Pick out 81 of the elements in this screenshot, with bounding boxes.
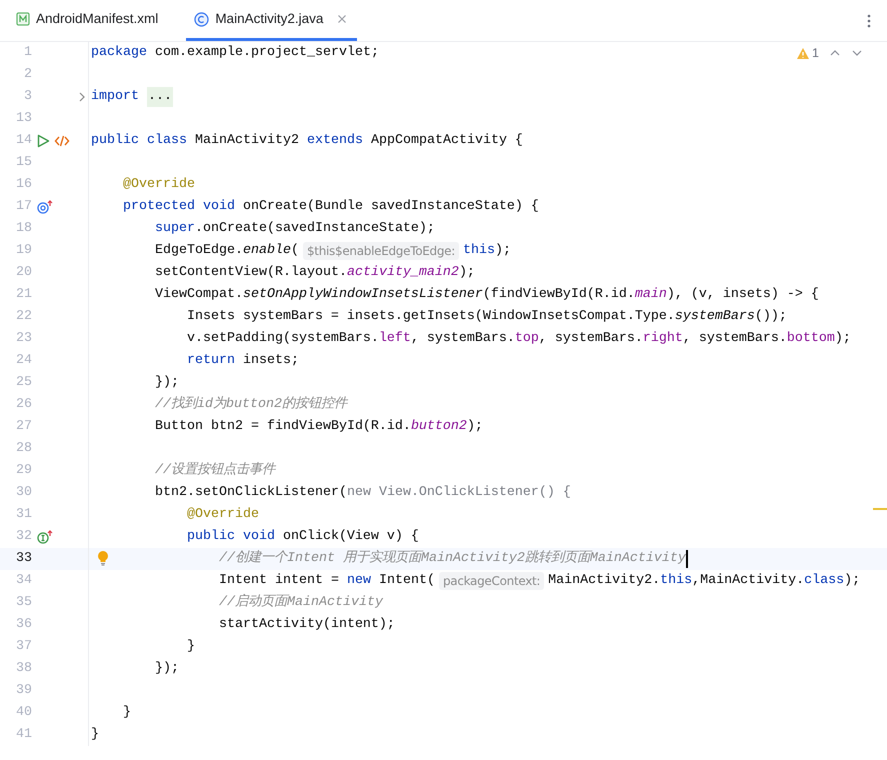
line-number: 29 <box>15 462 32 480</box>
parameter-hint: $this$enableEdgeToEdge: <box>302 242 459 260</box>
chevron-down-icon[interactable] <box>851 49 863 57</box>
code-text: }); <box>154 660 179 678</box>
line-number: 32 <box>15 528 32 546</box>
code-text: @Override <box>186 506 259 524</box>
line-number: 33 <box>15 550 32 568</box>
line-number: 2 <box>23 66 32 84</box>
line-number: 22 <box>15 308 32 326</box>
line-number: 41 <box>15 726 32 744</box>
code-text: Button btn2 = findViewById(R.id.button2); <box>154 418 483 436</box>
manifest-file-icon <box>16 12 30 26</box>
code-text: startActivity(intent); <box>218 616 395 634</box>
line-number: 25 <box>15 374 32 392</box>
lightbulb-icon[interactable] <box>97 550 109 566</box>
editor-tab[interactable]: MainActivity2.java <box>186 0 358 41</box>
parameter-hint: packageContext: <box>438 572 544 590</box>
line-number: 3 <box>23 88 32 106</box>
code-text: //找到id为button2的按钮控件 <box>154 395 347 414</box>
code-text: Intent intent = new Intent( <box>218 572 435 590</box>
line-number: 36 <box>15 616 32 634</box>
code-text: } <box>122 704 131 722</box>
code-text: super.onCreate(savedInstanceState); <box>154 220 435 238</box>
line-number: 37 <box>15 638 32 656</box>
code-text: protected void onCreate(Bundle savedInstanceState) { <box>122 198 539 216</box>
warning-marker[interactable] <box>873 508 887 510</box>
code-text: v.setPadding(systemBars.left, systemBars.top, systemBars.right, systemBars.bottom); <box>186 330 851 348</box>
line-number: 14 <box>15 132 32 150</box>
line-number: 23 <box>15 330 32 348</box>
line-number: 1 <box>23 44 32 62</box>
code-text: ViewCompat.setOnApplyWindowInsetsListener(findViewById(R.id.main), (v, insets) -> { <box>154 286 819 304</box>
chevron-up-icon[interactable] <box>829 49 841 57</box>
code-text: @Override <box>122 176 195 194</box>
run-icon[interactable] <box>37 134 50 148</box>
code-text: this); <box>463 242 511 260</box>
code-text: //启动页面MainActivity <box>218 593 383 612</box>
code-text: package com.example.project_servlet; <box>91 44 379 62</box>
line-number: 15 <box>15 154 32 172</box>
line-number: 40 <box>15 704 32 722</box>
editor-tab[interactable]: AndroidManifest.xml <box>8 0 166 41</box>
line-number: 20 <box>15 264 32 282</box>
code-text: import <box>91 88 140 106</box>
folded-code[interactable]: ... <box>147 87 173 107</box>
more-options-icon[interactable] <box>866 13 872 29</box>
text-caret <box>686 550 688 568</box>
code-text: public void onClick(View v) { <box>186 528 419 546</box>
line-number: 17 <box>15 198 32 216</box>
line-number: 27 <box>15 418 32 436</box>
implements-icon[interactable] <box>37 530 53 544</box>
line-number: 28 <box>15 440 32 458</box>
code-text: MainActivity2.this,MainActivity.class); <box>548 572 860 590</box>
line-number: 35 <box>15 594 32 612</box>
line-number: 13 <box>15 110 32 128</box>
code-text: } <box>186 638 195 656</box>
code-icon[interactable] <box>54 134 70 148</box>
code-text: btn2.setOnClickListener(new View.OnClickListener() { <box>154 484 571 502</box>
override-icon[interactable] <box>37 200 53 214</box>
code-text: Insets systemBars = insets.getInsets(WindowInsetsCompat.Type.systemBars()); <box>186 308 787 326</box>
line-number: 16 <box>15 176 32 194</box>
line-number: 21 <box>15 286 32 304</box>
class-file-icon <box>194 12 210 26</box>
code-text: EdgeToEdge.enable( <box>154 242 299 260</box>
line-number: 38 <box>15 660 32 678</box>
line-number: 30 <box>15 484 32 502</box>
code-text: setContentView(R.layout.activity_main2); <box>154 264 475 282</box>
code-text: //创建一个Intent 用于实现页面MainActivity2跳转到页面MainActivity <box>218 549 686 568</box>
line-number: 24 <box>15 352 32 370</box>
fold-chevron-icon[interactable] <box>78 92 86 102</box>
code-text: //设置按钮点击事件 <box>154 461 275 480</box>
code-text: } <box>91 726 99 744</box>
code-text: return insets; <box>186 352 299 370</box>
warning-count[interactable]: 1 <box>812 44 819 62</box>
line-number: 18 <box>15 220 32 238</box>
code-text: }); <box>154 374 179 392</box>
code-text: public class MainActivity2 extends AppCompatActivity { <box>91 132 523 150</box>
line-number: 26 <box>15 396 32 414</box>
line-number: 19 <box>15 242 32 260</box>
line-number: 31 <box>15 506 32 524</box>
warning-icon[interactable] <box>796 46 810 60</box>
line-number: 39 <box>15 682 32 700</box>
line-number: 34 <box>15 572 32 590</box>
